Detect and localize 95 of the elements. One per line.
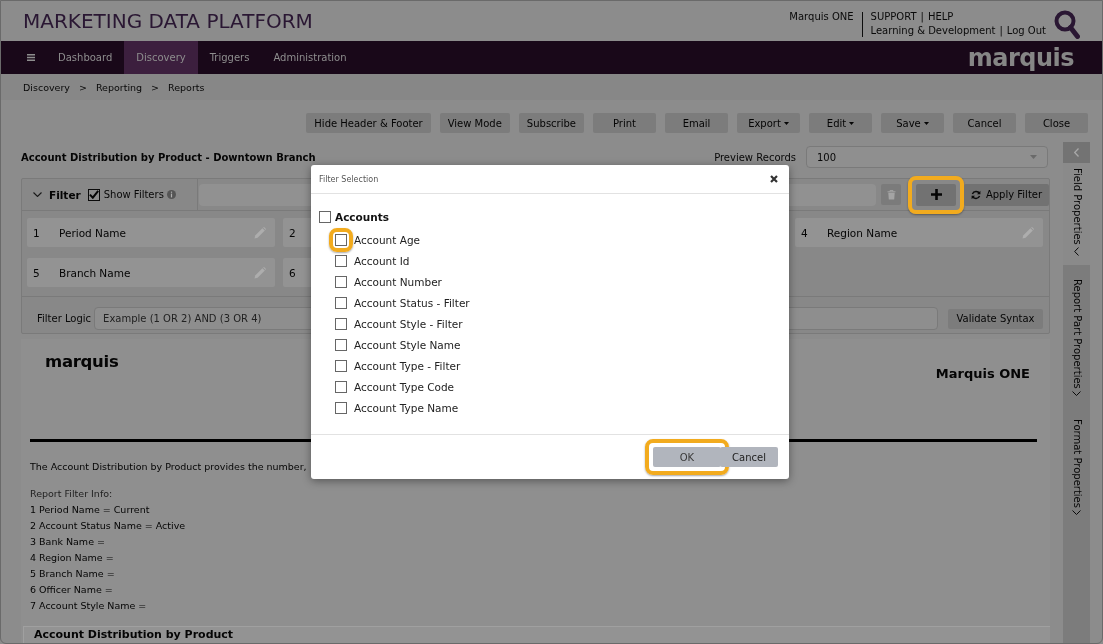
filter-title: Filter bbox=[49, 188, 81, 201]
menu-icon[interactable] bbox=[27, 54, 35, 61]
preview-records-select[interactable]: 100 bbox=[806, 146, 1048, 168]
report-description: The Account Distribution by Product provides the number, bbox=[30, 460, 307, 473]
toolbar-button[interactable]: View Mode bbox=[439, 113, 510, 133]
filter-name: Branch Name bbox=[59, 266, 132, 279]
filter-name: Period Name bbox=[59, 226, 128, 239]
header-link[interactable]: HELP bbox=[927, 10, 954, 23]
toolbar-button[interactable]: Hide Header & Footer bbox=[306, 113, 431, 133]
breadcrumb-separator: > bbox=[151, 81, 160, 93]
field-label: Account Age bbox=[354, 233, 421, 246]
account-name: Marquis ONE bbox=[789, 10, 854, 23]
sidebar-tab[interactable]: Field Properties bbox=[1063, 163, 1090, 265]
checkmark-icon bbox=[88, 190, 99, 199]
preview-records-label: Preview Records bbox=[714, 151, 796, 163]
report-title: Account Distribution by Product - Downtown Branch bbox=[21, 151, 316, 163]
dialog-title: Filter Selection bbox=[319, 174, 379, 184]
nav-tab[interactable]: Discovery bbox=[124, 41, 198, 74]
filter-info-line: 4 Region Name = bbox=[30, 551, 114, 565]
chevron-left-icon bbox=[1074, 148, 1079, 157]
filter-number: 5 bbox=[33, 266, 41, 279]
validate-syntax-button[interactable]: Validate Syntax bbox=[948, 308, 1043, 329]
ok-button[interactable]: OK bbox=[652, 447, 722, 467]
link-separator: | bbox=[920, 10, 924, 23]
checkbox[interactable] bbox=[335, 296, 347, 309]
toolbar-button[interactable]: Export bbox=[737, 113, 800, 133]
filter-info-line: 2 Account Status Name = Active bbox=[30, 519, 186, 533]
checkbox[interactable] bbox=[319, 211, 331, 223]
field-label: Account Id bbox=[354, 254, 410, 267]
link-separator: | bbox=[999, 24, 1003, 37]
checkbox[interactable] bbox=[87, 188, 100, 201]
header-link[interactable]: Learning & Development bbox=[870, 24, 996, 37]
company-logo: marquis bbox=[45, 352, 119, 372]
filter-info-line: 1 Period Name = Current bbox=[30, 503, 150, 517]
info-icon bbox=[166, 190, 176, 199]
refresh-icon bbox=[970, 189, 981, 200]
field-label: Account Style Name bbox=[354, 338, 461, 351]
nav-tab[interactable]: Dashboard bbox=[46, 41, 125, 74]
filter-number: 6 bbox=[289, 266, 297, 279]
toolbar-button[interactable]: Edit bbox=[809, 113, 872, 133]
header-link[interactable]: Log Out bbox=[1006, 24, 1046, 37]
field-label: Account Type - Filter bbox=[354, 359, 461, 372]
app-title: MARKETING DATA PLATFORM bbox=[23, 9, 313, 33]
sidebar-tab[interactable]: Format Properties bbox=[1063, 413, 1090, 524]
nav-tab[interactable]: Administration bbox=[261, 41, 359, 74]
toolbar-button[interactable]: Subscribe bbox=[518, 113, 584, 133]
field-label: Accounts bbox=[335, 211, 389, 223]
section-title: Account Distribution by Product bbox=[34, 628, 234, 642]
add-button[interactable] bbox=[916, 183, 956, 206]
filter-info-line: 7 Account Style Name = bbox=[30, 599, 147, 613]
filter-info-title: Report Filter Info: bbox=[30, 487, 113, 500]
chevron-down-icon[interactable] bbox=[33, 192, 42, 197]
breadcrumb-separator: > bbox=[78, 81, 87, 93]
nav-tab[interactable]: Triggers bbox=[197, 41, 262, 74]
breadcrumb-link[interactable]: Discovery bbox=[23, 81, 70, 93]
field-label: Account Style - Filter bbox=[354, 317, 463, 330]
apply-filter-button[interactable]: Apply Filter bbox=[964, 183, 1049, 206]
filter-info-line: 5 Branch Name = bbox=[30, 567, 115, 581]
checkbox[interactable] bbox=[335, 380, 347, 393]
checkbox[interactable] bbox=[335, 338, 347, 351]
checkbox[interactable] bbox=[335, 254, 347, 267]
toolbar-button[interactable]: Print bbox=[593, 113, 656, 133]
toolbar-button[interactable]: Save bbox=[881, 113, 944, 133]
checkbox[interactable] bbox=[335, 275, 347, 288]
toolbar-button[interactable]: Close bbox=[1025, 113, 1088, 133]
filter-number: 2 bbox=[289, 226, 297, 239]
breadcrumb-link[interactable]: Reports bbox=[168, 81, 205, 93]
caret-icon bbox=[1030, 155, 1037, 159]
field-label: Account Status - Filter bbox=[354, 296, 470, 309]
field-label: Account Type Code bbox=[354, 380, 455, 393]
breadcrumb-link[interactable]: Reporting bbox=[95, 81, 143, 93]
field-label: Account Type Name bbox=[354, 401, 459, 414]
checkbox[interactable] bbox=[335, 233, 347, 246]
sidebar-tab[interactable]: Report Part Properties bbox=[1063, 273, 1090, 405]
checkbox[interactable] bbox=[335, 401, 347, 414]
toolbar-button[interactable]: Email bbox=[665, 113, 728, 133]
field-label: Account Number bbox=[354, 275, 442, 288]
brand-logo: marquis bbox=[967, 43, 1074, 72]
company-name: Marquis ONE bbox=[935, 366, 1030, 382]
search-icon[interactable] bbox=[1054, 10, 1080, 39]
filter-number: 1 bbox=[33, 226, 41, 239]
filter-info-line: 3 Bank Name = bbox=[30, 535, 105, 549]
show-filters-label: Show Filters bbox=[103, 189, 164, 200]
filter-info-line: 6 Officer Name = bbox=[30, 583, 113, 597]
close-icon[interactable] bbox=[770, 175, 778, 183]
trash-icon bbox=[886, 189, 896, 200]
checkbox[interactable] bbox=[335, 317, 347, 330]
header-link[interactable]: SUPPORT bbox=[870, 10, 917, 23]
checkbox[interactable] bbox=[335, 359, 347, 372]
filter-name: Region Name bbox=[827, 226, 899, 239]
filter-logic-label: Filter Logic bbox=[37, 313, 92, 324]
filter-number: 4 bbox=[801, 226, 809, 239]
cancel-button[interactable]: Cancel bbox=[720, 447, 778, 467]
toolbar-button[interactable]: Cancel bbox=[953, 113, 1016, 133]
plus-icon bbox=[930, 189, 942, 200]
